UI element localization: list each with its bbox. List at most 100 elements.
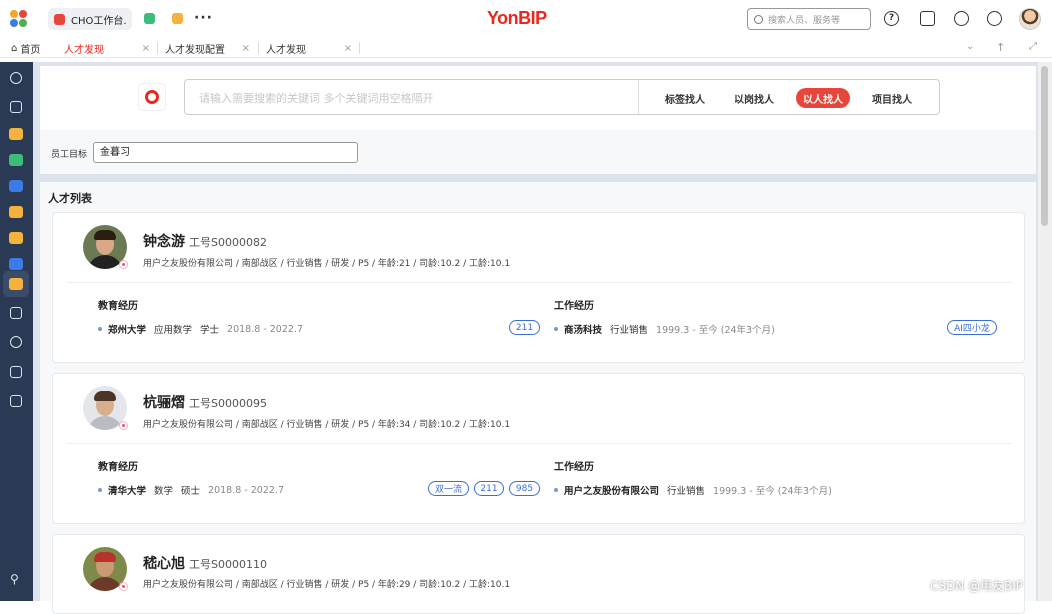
upload-icon[interactable]: ↑ <box>996 41 1005 54</box>
fullscreen-icon[interactable]: ⤢ <box>1029 41 1037 52</box>
sidebar-settings-icon[interactable] <box>10 336 22 348</box>
app-shortcut-yellow-icon[interactable] <box>172 13 183 24</box>
major: 应用数学 <box>154 325 193 336</box>
search-divider <box>638 80 639 114</box>
bullet-icon <box>554 327 558 331</box>
card-divider <box>67 443 1012 444</box>
tab-talent-discovery[interactable]: 人才发现 × <box>64 38 150 58</box>
compass-icon[interactable] <box>987 11 1002 26</box>
bullet-icon <box>98 488 102 492</box>
page-tabs-bar: ⌂ 首页 人才发现 × 人才发现配置 × 人才发现 × ⌄ ↑ ⤢ <box>0 38 1052 58</box>
employee-number: 工号S0000110 <box>189 558 267 571</box>
work-date: 1999.3 - 至今 (24年3个月) <box>713 486 832 497</box>
sidebar-grid-icon[interactable] <box>10 307 22 319</box>
tab-talent-config[interactable]: 人才发现配置 × <box>165 38 250 58</box>
work-title: 工作经历 <box>554 301 594 312</box>
talent-meta: 用户之友股份有限公司 / 南部战区 / 行业销售 / 研发 / P5 / 年龄:… <box>143 259 511 269</box>
keyword-search-input[interactable]: 请输入需要搜索的关键词 多个关键词用空格隔开 <box>199 90 434 106</box>
mode-project-search[interactable]: 项目找人 <box>864 88 920 108</box>
chevron-down-icon[interactable]: ⌄ <box>966 41 974 52</box>
sidebar-apps-2-icon[interactable] <box>10 395 22 407</box>
work-item: 商汤科技 行业销售 1999.3 - 至今 (24年3个月) <box>554 322 775 336</box>
sidebar-search-icon[interactable] <box>10 72 22 84</box>
company-name: 用户之友股份有限公司 <box>564 486 660 497</box>
sidebar-app-chat-icon[interactable] <box>9 232 23 244</box>
close-icon[interactable]: × <box>242 43 250 54</box>
gender-badge-icon <box>119 421 128 430</box>
close-icon[interactable]: × <box>344 43 352 54</box>
talent-search-box[interactable]: 请输入需要搜索的关键词 多个关键词用空格隔开 标签找人 以岗找人 以人找人 项目… <box>184 79 940 115</box>
home-icon: ⌂ <box>11 42 18 54</box>
sidebar-folder-icon[interactable] <box>10 101 22 113</box>
sidebar-app-doc-icon[interactable] <box>9 258 23 270</box>
sidebar-app-green-icon[interactable] <box>9 154 23 166</box>
talent-name[interactable]: 嵇心旭 <box>143 553 185 573</box>
school-name: 郑州大学 <box>108 325 147 336</box>
card-divider <box>67 282 1012 283</box>
app-tab-cho[interactable]: CHO工作台. <box>48 8 132 30</box>
talent-card[interactable]: 杭骊熠 工号S0000095 用户之友股份有限公司 / 南部战区 / 行业销售 … <box>52 373 1025 524</box>
scrollbar-thumb[interactable] <box>1041 66 1048 226</box>
sidebar-app-yellow-icon[interactable] <box>9 128 23 140</box>
edu-tag-badge: 双一流 <box>428 481 469 496</box>
tab-divider <box>157 42 158 54</box>
sidebar-app-wallet-icon[interactable] <box>9 206 23 218</box>
talent-name[interactable]: 杭骊熠 <box>143 392 185 412</box>
global-search-input[interactable]: 搜索人员、服务等 <box>747 8 871 30</box>
scrollbar[interactable] <box>1038 62 1052 601</box>
talent-card[interactable]: 嵇心旭 工号S0000110 用户之友股份有限公司 / 南部战区 / 行业销售 … <box>52 534 1025 614</box>
school-name: 清华大学 <box>108 486 147 497</box>
tab-label: 人才发现 <box>64 44 104 56</box>
employee-number: 工号S0000082 <box>189 236 267 249</box>
tab-label: 人才发现 <box>266 44 306 56</box>
work-item: 用户之友股份有限公司 行业销售 1999.3 - 至今 (24年3个月) <box>554 483 832 497</box>
talent-name[interactable]: 钟念游 <box>143 231 185 251</box>
sidebar-app-blue-icon[interactable] <box>9 180 23 192</box>
brand-logo: YonBIP <box>487 8 547 28</box>
bullet-icon <box>554 488 558 492</box>
headset-support-icon[interactable] <box>954 11 969 26</box>
talent-meta: 用户之友股份有限公司 / 南部战区 / 行业销售 / 研发 / P5 / 年龄:… <box>143 580 511 590</box>
close-icon[interactable]: × <box>142 43 150 54</box>
target-employee-input[interactable]: 金暮习 <box>93 142 358 163</box>
work-dept: 行业销售 <box>610 325 649 336</box>
degree: 硕士 <box>181 486 201 497</box>
education-item: 清华大学 数学 硕士 2018.8 - 2022.7 <box>98 483 284 497</box>
message-icon[interactable] <box>920 11 935 26</box>
talent-card[interactable]: 钟念游 工号S0000082 用户之友股份有限公司 / 南部战区 / 行业销售 … <box>52 212 1025 363</box>
edu-tag-badge: 211 <box>509 320 540 335</box>
sidebar-apps-icon[interactable] <box>10 366 22 378</box>
search-icon <box>754 14 763 24</box>
app-shortcut-green-icon[interactable] <box>144 13 155 24</box>
pin-icon[interactable]: ⚲ <box>10 572 19 586</box>
tab-label: 首页 <box>20 44 41 56</box>
bullet-icon <box>98 327 102 331</box>
education-title: 教育经历 <box>98 301 138 312</box>
major: 数学 <box>154 486 174 497</box>
gender-badge-icon <box>119 582 128 591</box>
degree: 学士 <box>200 325 220 336</box>
work-title: 工作经历 <box>554 462 594 473</box>
tab-divider <box>359 42 360 54</box>
sidebar: ⚲ <box>0 62 33 601</box>
tab-home[interactable]: ⌂ 首页 <box>11 38 51 58</box>
sidebar-app-active-icon[interactable] <box>9 278 23 290</box>
employee-number: 工号S0000095 <box>189 397 267 410</box>
talent-list-title: 人才列表 <box>48 192 92 205</box>
gender-badge-icon <box>119 260 128 269</box>
work-dept: 行业销售 <box>667 486 706 497</box>
user-avatar[interactable] <box>1019 8 1041 30</box>
mode-person-search[interactable]: 以人找人 <box>796 88 850 108</box>
edu-date: 2018.8 - 2022.7 <box>227 323 303 335</box>
mode-post-search[interactable]: 以岗找人 <box>726 88 782 108</box>
app-launcher-icon[interactable] <box>10 10 28 28</box>
tab-talent-discovery-2[interactable]: 人才发现 × <box>266 38 352 58</box>
talent-search-logo-icon <box>138 83 166 111</box>
target-employee-label: 员工目标 <box>51 150 88 160</box>
edu-tag-badge: 211 <box>474 481 504 496</box>
help-icon[interactable]: ? <box>884 11 899 26</box>
mode-tag-search[interactable]: 标签找人 <box>657 88 713 108</box>
edu-tag-badge: 985 <box>509 481 540 496</box>
more-apps-icon[interactable]: ··· <box>194 10 213 26</box>
top-bar: CHO工作台. ··· YonBIP 搜索人员、服务等 ? <box>0 0 1052 38</box>
